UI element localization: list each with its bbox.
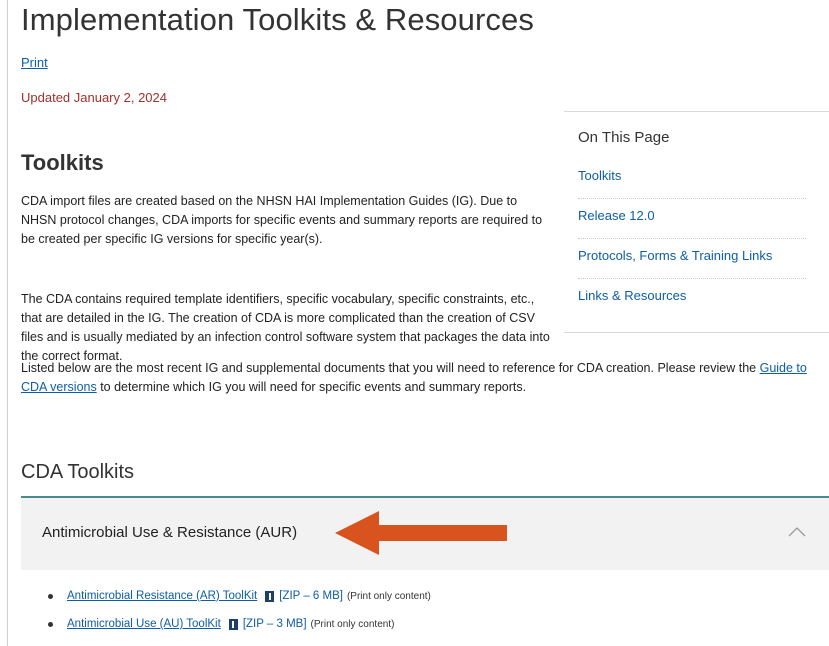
au-toolkit-link[interactable]: Antimicrobial Use (AU) ToolKit [67, 618, 221, 630]
au-toolkit-zip-size: [ZIP – 3 MB] [242, 618, 307, 630]
info-icon [265, 590, 275, 602]
ar-toolkit-note: (Print only content) [346, 590, 431, 602]
sidebar-link-links-resources[interactable]: Links & Resources [578, 288, 686, 303]
list-item: Antimicrobial Resistance (AR) ToolKit [Z… [48, 582, 431, 610]
updated-date: Updated January 2, 2024 [21, 90, 167, 105]
on-this-page-list: Toolkits Release 12.0 Protocols, Forms &… [578, 159, 806, 319]
sidebar-link-release[interactable]: Release 12.0 [578, 208, 655, 223]
au-toolkit-note: (Print only content) [310, 618, 395, 630]
paragraph-3-text-after: to determine which IG you will need for … [96, 380, 527, 394]
sidebar-item-links-resources: Links & Resources [578, 279, 806, 319]
aur-accordion-header[interactable]: Antimicrobial Use & Resistance (AUR) [21, 496, 829, 570]
left-border [7, 0, 8, 646]
sidebar-item-release: Release 12.0 [578, 199, 806, 239]
list-item: Antimicrobial Use (AU) ToolKit [ZIP – 3 … [48, 610, 431, 638]
toolkits-paragraph-1: CDA import files are created based on th… [21, 194, 543, 246]
page-title: Implementation Toolkits & Resources [21, 2, 534, 37]
on-this-page-panel: On This Page Toolkits Release 12.0 Proto… [564, 111, 829, 333]
sidebar-item-protocols: Protocols, Forms & Training Links [578, 239, 806, 279]
toolkits-heading: Toolkits [21, 150, 104, 175]
chevron-up-icon[interactable] [787, 524, 807, 540]
on-this-page-title: On This Page [578, 129, 670, 146]
info-icon [228, 618, 238, 630]
toolkits-paragraph-3: Listed below are the most recent IG and … [21, 359, 821, 397]
annotation-arrow-shape [335, 511, 507, 555]
annotation-arrow-icon [335, 511, 507, 555]
paragraph-3-text-before: Listed below are the most recent IG and … [21, 361, 760, 375]
bullet-icon [48, 593, 53, 599]
sidebar-link-protocols[interactable]: Protocols, Forms & Training Links [578, 248, 772, 263]
aur-accordion-title: Antimicrobial Use & Resistance (AUR) [42, 524, 298, 541]
toolkits-paragraph-2: The CDA contains required template ident… [21, 292, 550, 363]
bullet-icon [48, 621, 53, 627]
sidebar-link-toolkits[interactable]: Toolkits [578, 168, 621, 183]
print-link[interactable]: Print [21, 55, 48, 70]
ar-toolkit-link[interactable]: Antimicrobial Resistance (AR) ToolKit [67, 590, 257, 602]
ar-toolkit-zip-size: [ZIP – 6 MB] [279, 590, 343, 602]
cda-toolkits-heading: CDA Toolkits [21, 461, 135, 483]
sidebar-item-toolkits: Toolkits [578, 159, 806, 199]
aur-file-list: Antimicrobial Resistance (AR) ToolKit [Z… [48, 582, 431, 638]
